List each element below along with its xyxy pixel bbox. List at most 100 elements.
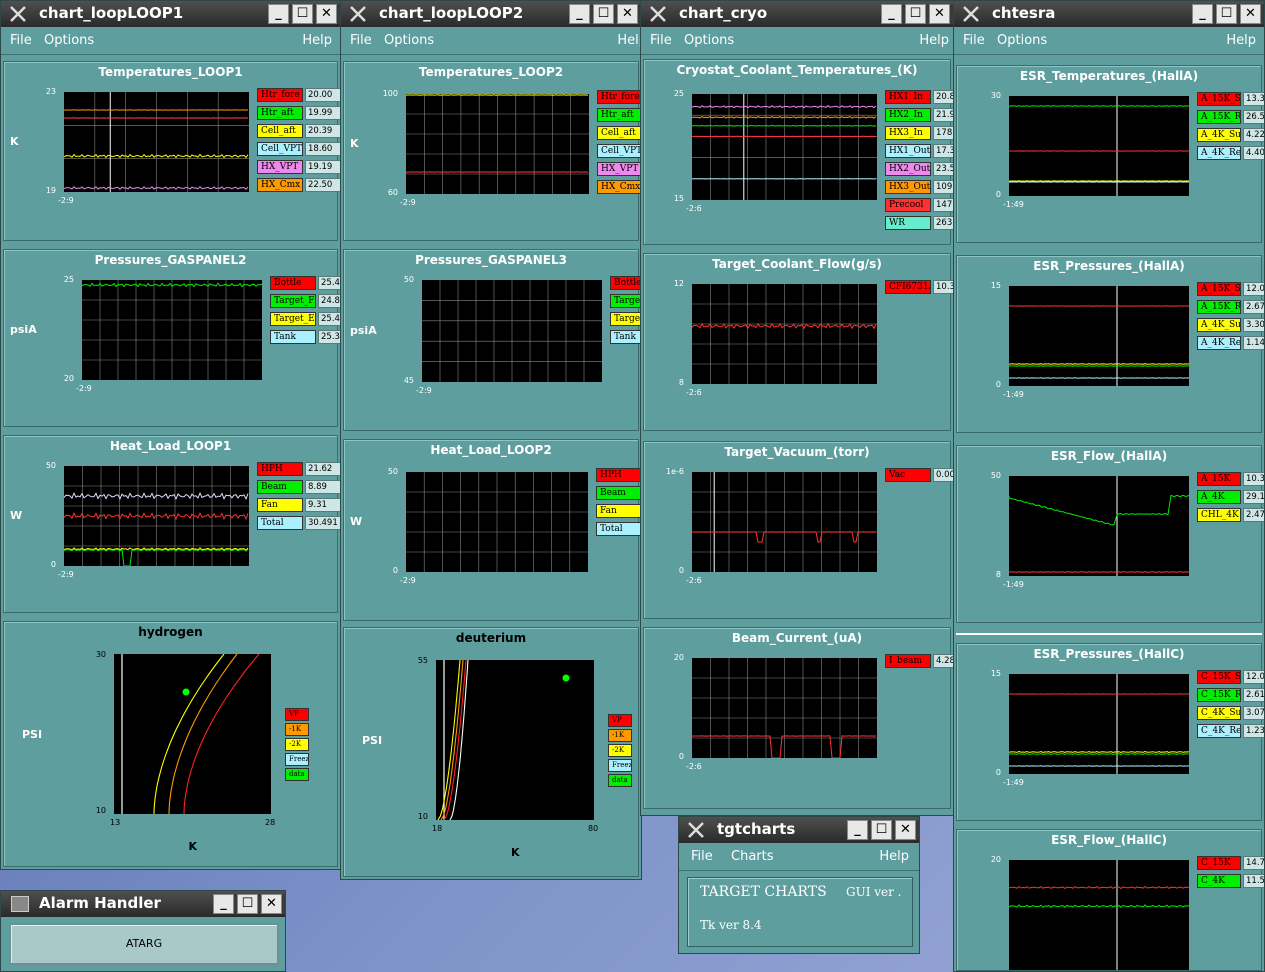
legend-item[interactable]: Vac xyxy=(885,468,931,482)
legend-item[interactable]: HX2_In xyxy=(885,108,931,122)
legend-item[interactable]: HX3_Out xyxy=(885,180,931,194)
alarm-group-button[interactable]: ATARG xyxy=(9,923,279,965)
legend-item[interactable]: Cell_VPT xyxy=(257,142,303,156)
menu-options[interactable]: Options xyxy=(684,33,734,48)
plot-area[interactable] xyxy=(422,280,602,382)
legend-item[interactable]: HX_Cmx xyxy=(597,180,641,194)
legend-item[interactable]: A_4K_Su xyxy=(1197,318,1241,332)
plot-area[interactable] xyxy=(1008,96,1190,196)
maximize-button[interactable]: ☐ xyxy=(871,820,892,840)
title-bar[interactable]: chtesra _ ☐ ✕ xyxy=(954,1,1264,27)
maximize-button[interactable]: ☐ xyxy=(237,894,258,914)
legend-item[interactable]: Beam xyxy=(596,486,641,500)
legend-item[interactable]: Htr_aft xyxy=(257,106,303,120)
legend-item[interactable]: Cell_aft xyxy=(257,124,303,138)
legend-item[interactable]: HPH xyxy=(596,468,641,482)
legend-item[interactable]: HX_VPT xyxy=(257,160,303,174)
plot-area[interactable] xyxy=(81,280,263,380)
plot-area[interactable] xyxy=(1008,674,1190,774)
legend-item[interactable]: C_4K xyxy=(1197,874,1241,888)
title-bar[interactable]: chart_loopLOOP1 _ ☐ ✕ xyxy=(1,1,340,27)
legend-item[interactable]: A_15K_S xyxy=(1197,92,1241,106)
legend-item[interactable]: Target_ xyxy=(610,294,641,308)
legend-item[interactable]: Tank xyxy=(270,330,316,344)
legend-item[interactable]: Htr_fore xyxy=(257,88,303,102)
plot-area[interactable] xyxy=(406,472,588,572)
legend-item[interactable]: -1K xyxy=(608,729,632,742)
close-button[interactable]: ✕ xyxy=(261,894,282,914)
menu-options[interactable]: Options xyxy=(44,33,94,48)
plot-area[interactable] xyxy=(691,94,877,200)
plot-area[interactable] xyxy=(1008,286,1190,386)
menu-file[interactable]: File xyxy=(963,33,985,48)
legend-item[interactable]: Beam xyxy=(257,480,303,494)
legend-item[interactable]: Bottle xyxy=(610,276,641,290)
legend-item[interactable]: HX1_In xyxy=(885,90,931,104)
legend-item[interactable]: Freeze xyxy=(608,759,632,772)
menu-file[interactable]: File xyxy=(650,33,672,48)
close-button[interactable]: ✕ xyxy=(1240,4,1261,24)
legend-item[interactable]: Total xyxy=(257,516,303,530)
maximize-button[interactable]: ☐ xyxy=(292,4,313,24)
minimize-button[interactable]: _ xyxy=(881,4,902,24)
legend-item[interactable]: CHL_4K xyxy=(1197,508,1241,522)
legend-item[interactable]: Cell_aft xyxy=(597,126,641,140)
legend-item[interactable]: I_beam xyxy=(885,654,931,668)
menu-options[interactable]: Options xyxy=(384,33,434,48)
menu-help[interactable]: Help xyxy=(617,33,641,48)
maximize-button[interactable]: ☐ xyxy=(905,4,926,24)
legend-item[interactable]: VP xyxy=(285,708,309,721)
legend-item[interactable]: C_4K_Sup xyxy=(1197,706,1241,720)
legend-item[interactable]: Cell_VPT xyxy=(597,144,641,158)
legend-item[interactable]: Target_Fi xyxy=(270,294,316,308)
legend-item[interactable]: C_15K_R xyxy=(1197,688,1241,702)
maximize-button[interactable]: ☐ xyxy=(1216,4,1237,24)
title-bar[interactable]: Alarm Handler _ ☐ ✕ xyxy=(1,891,285,917)
menu-options[interactable]: Options xyxy=(997,33,1047,48)
legend-item[interactable]: Precool xyxy=(885,198,931,212)
minimize-button[interactable]: _ xyxy=(569,4,590,24)
legend-item[interactable]: -1K xyxy=(285,723,309,736)
legend-item[interactable]: A_15K_S xyxy=(1197,282,1241,296)
legend-item[interactable]: C_15K_S xyxy=(1197,670,1241,684)
legend-item[interactable]: A_4K xyxy=(1197,490,1241,504)
legend-item[interactable]: A_15K_R xyxy=(1197,300,1241,314)
minimize-button[interactable]: _ xyxy=(847,820,868,840)
legend-item[interactable]: C_4K_Re xyxy=(1197,724,1241,738)
legend-item[interactable]: Htr_aft xyxy=(597,108,641,122)
title-bar[interactable]: tgtcharts _ ☐ ✕ xyxy=(679,817,919,843)
legend-item[interactable]: HX2_Out xyxy=(885,162,931,176)
legend-item[interactable]: CFI6731A xyxy=(885,280,931,294)
close-button[interactable]: ✕ xyxy=(895,820,916,840)
menu-file[interactable]: File xyxy=(10,33,32,48)
legend-item[interactable]: -2K xyxy=(608,744,632,757)
plot-area[interactable] xyxy=(63,92,249,192)
close-button[interactable]: ✕ xyxy=(929,4,950,24)
minimize-button[interactable]: _ xyxy=(213,894,234,914)
legend-item[interactable]: HX_Cmx xyxy=(257,178,303,192)
plot-area[interactable] xyxy=(436,659,594,821)
plot-area[interactable] xyxy=(691,472,877,572)
legend-item[interactable]: data xyxy=(285,768,309,781)
legend-item[interactable]: Fan xyxy=(596,504,641,518)
plot-area[interactable] xyxy=(114,653,271,815)
legend-item[interactable]: Freeze xyxy=(285,753,309,766)
legend-item[interactable]: WR xyxy=(885,216,931,230)
legend-item[interactable]: Bottle xyxy=(270,276,316,290)
legend-item[interactable]: Tank xyxy=(610,330,641,344)
x-logo-icon[interactable] xyxy=(649,5,667,23)
plot-area[interactable] xyxy=(691,284,877,384)
legend-item[interactable]: A_4K_Su xyxy=(1197,128,1241,142)
x-logo-icon[interactable] xyxy=(687,821,705,839)
legend-item[interactable]: Total xyxy=(596,522,641,536)
x-logo-icon[interactable] xyxy=(962,5,980,23)
legend-item[interactable]: Fan xyxy=(257,498,303,512)
close-button[interactable]: ✕ xyxy=(316,4,337,24)
plot-area[interactable] xyxy=(1008,860,1190,970)
menu-help[interactable]: Help xyxy=(1226,33,1256,48)
x-logo-icon[interactable] xyxy=(9,5,27,23)
title-bar[interactable]: chart_loopLOOP2 _ ☐ ✕ xyxy=(341,1,641,27)
legend-item[interactable]: C_15K xyxy=(1197,856,1241,870)
legend-item[interactable]: A_15K_R xyxy=(1197,110,1241,124)
legend-item[interactable]: A_4K_Re xyxy=(1197,146,1241,160)
